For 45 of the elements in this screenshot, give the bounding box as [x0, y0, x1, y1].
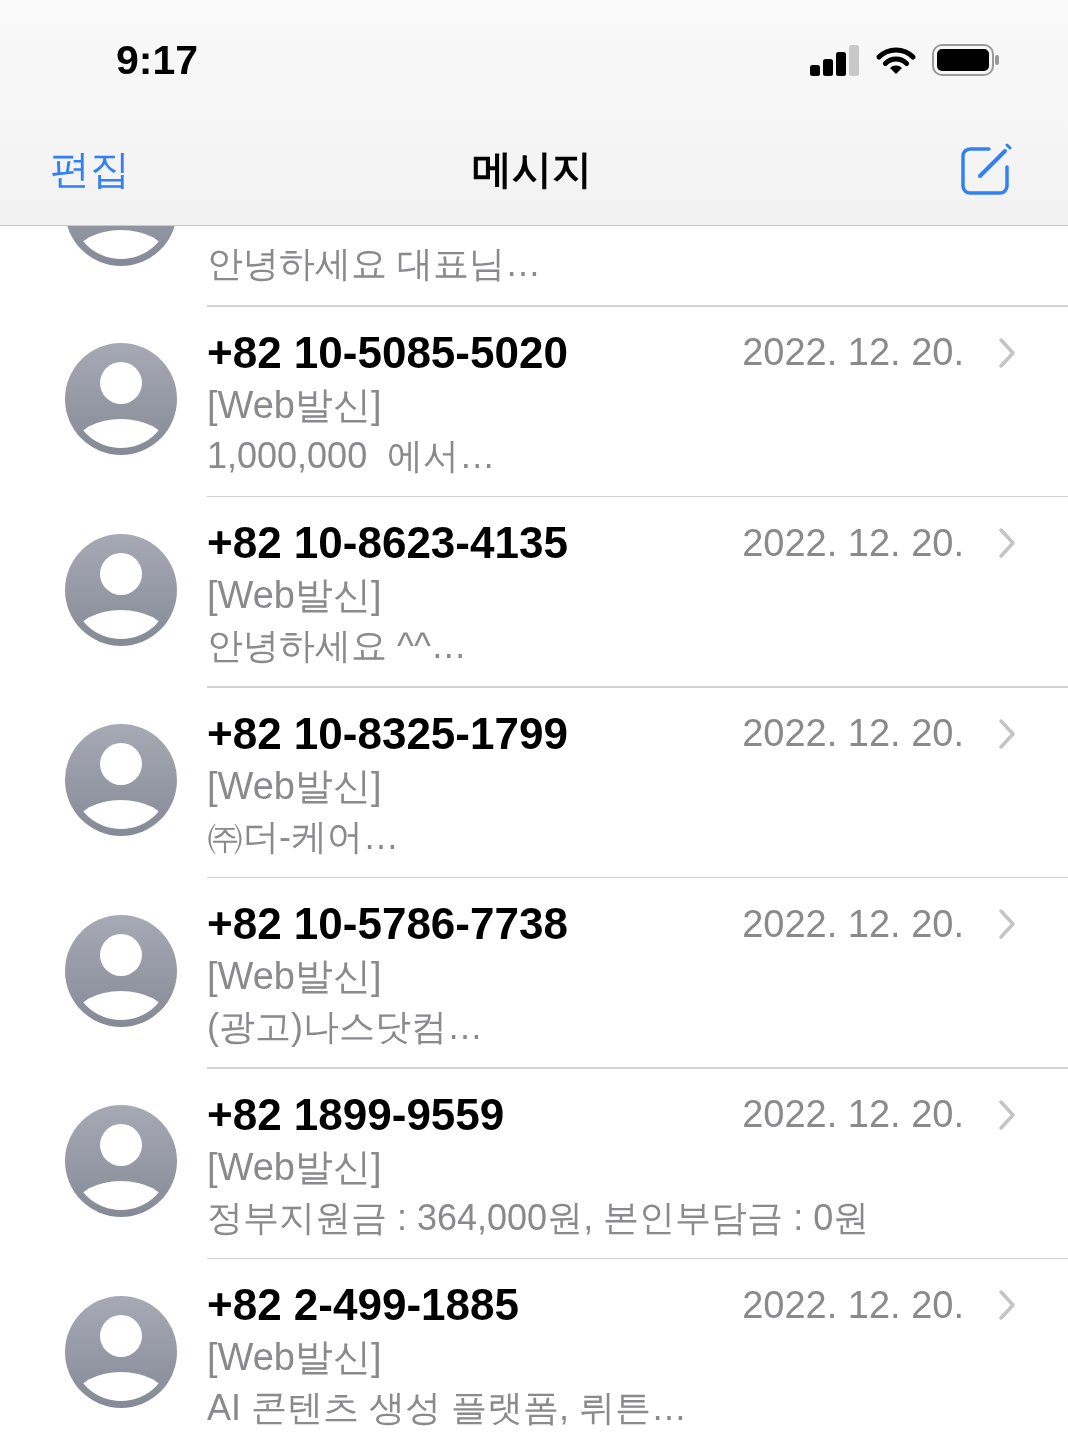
message-date: 2022. 12. 20.	[742, 1283, 964, 1327]
wifi-icon	[875, 45, 917, 75]
message-tag: [Web발신]	[207, 378, 382, 431]
avatar-icon	[65, 1105, 177, 1217]
message-tag: [Web발신]	[207, 569, 382, 621]
chevron-icon	[998, 527, 1016, 559]
sender-name: +82 2-499-1885	[207, 1280, 519, 1330]
chevron-icon	[998, 336, 1016, 369]
message-preview: 안녕하세요 ^^…	[207, 624, 467, 668]
avatar-icon	[65, 724, 177, 836]
message-tag: [Web발신]	[207, 759, 382, 812]
message-tag: [Web발신]	[207, 950, 382, 1002]
sender-name: +82 10-5085-5020	[207, 327, 568, 378]
message-date: 2022. 12. 20.	[742, 331, 964, 374]
avatar-icon	[65, 226, 177, 266]
signal-icon	[810, 44, 860, 76]
message-preview: 1,000,000 에서…	[207, 433, 496, 478]
message-tag: [Web발신]	[207, 1140, 382, 1193]
chevron-icon	[998, 717, 1016, 750]
message-preview: AI 콘텐츠 생성 플랫폼, 뤼튼…	[207, 1386, 688, 1430]
avatar-icon	[65, 343, 177, 455]
chevron-icon	[998, 908, 1016, 940]
compose-icon[interactable]	[959, 142, 1013, 197]
sender-name: +82 10-5786-7738	[207, 899, 568, 949]
chevron-icon	[998, 1098, 1016, 1131]
chevron-icon	[998, 1289, 1016, 1321]
message-preview: (광고)나스닷컴…	[207, 1005, 483, 1049]
avatar-icon	[65, 914, 177, 1027]
status-time: 9:17	[116, 36, 199, 84]
avatar-icon	[65, 1295, 177, 1408]
message-date: 2022. 12. 20.	[742, 712, 964, 755]
message-date: 2022. 12. 20.	[742, 902, 964, 946]
message-preview: ㈜더-케어…	[207, 814, 399, 859]
edit-button[interactable]: 편집	[50, 142, 130, 197]
battery-icon	[932, 44, 1000, 76]
message-date: 2022. 12. 20.	[742, 1093, 964, 1136]
sender-name: +82 10-8325-1799	[207, 708, 568, 759]
nav-title: 메시지	[471, 146, 592, 193]
message-tag: [Web발신]	[207, 1331, 382, 1383]
message-date: 2022. 12. 20.	[742, 521, 964, 565]
sender-name: +82 10-8623-4135	[207, 518, 568, 568]
message-preview: 정부지원금 : 364,000원, 본인부담금 : 0원	[207, 1195, 870, 1240]
message-preview: 안녕하세요 대표님…	[207, 242, 541, 286]
avatar-icon	[65, 533, 177, 646]
sender-name: +82 1899-9559	[207, 1089, 505, 1140]
